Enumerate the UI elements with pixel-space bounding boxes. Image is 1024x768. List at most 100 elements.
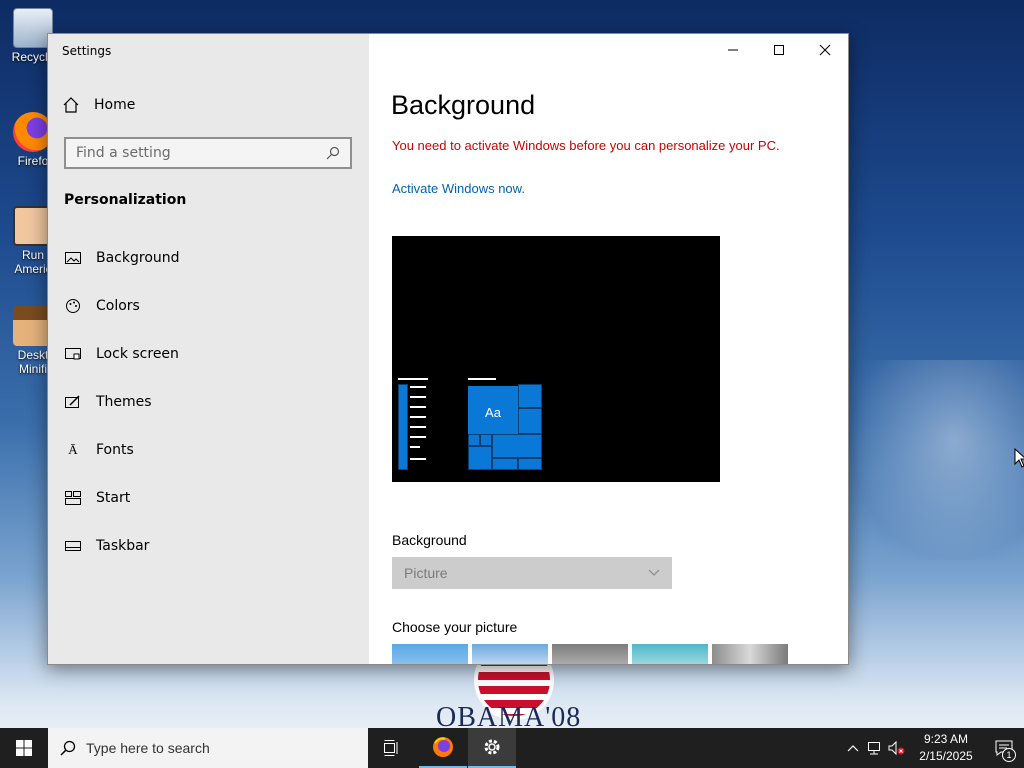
lock-screen-icon <box>64 345 82 363</box>
nav-home-label: Home <box>94 97 136 113</box>
background-dropdown[interactable]: Picture <box>392 557 672 589</box>
chevron-down-icon <box>648 569 660 576</box>
taskbar-settings[interactable] <box>468 728 516 768</box>
sidebar-item-lock-screen[interactable]: Lock screen <box>48 330 369 378</box>
sidebar-item-label: Start <box>96 490 131 506</box>
taskbar-search-placeholder: Type here to search <box>86 740 210 756</box>
preview-menu-line <box>410 416 426 418</box>
sidebar-item-label: Fonts <box>96 442 134 458</box>
activation-warning: You need to activate Windows before you … <box>392 138 780 153</box>
sidebar-item-background[interactable]: Background <box>48 234 369 282</box>
sidebar-item-label: Background <box>96 250 180 266</box>
taskbar-firefox[interactable] <box>419 728 467 768</box>
maximize-icon <box>774 45 784 55</box>
picture-icon <box>64 249 82 267</box>
sidebar-item-taskbar[interactable]: Taskbar <box>48 522 369 570</box>
preview-menu-line <box>410 458 426 460</box>
picture-thumbnail[interactable] <box>552 644 628 664</box>
gear-icon <box>484 739 500 755</box>
home-icon <box>63 97 79 113</box>
sidebar-item-label: Lock screen <box>96 346 179 362</box>
sidebar-item-label: Taskbar <box>96 538 150 554</box>
window-caption-buttons <box>710 34 848 66</box>
close-button[interactable] <box>802 34 848 66</box>
settings-sidebar: Settings Home Personalization Background <box>48 34 369 664</box>
task-view-icon <box>384 740 398 756</box>
volume-muted-icon[interactable] <box>886 728 908 768</box>
sidebar-item-label: Themes <box>96 394 152 410</box>
sidebar-item-themes[interactable]: Themes <box>48 378 369 426</box>
sidebar-item-colors[interactable]: Colors <box>48 282 369 330</box>
preview-menu-line <box>410 386 426 388</box>
background-dropdown-value: Picture <box>404 565 448 581</box>
picture-thumbnail[interactable] <box>472 644 548 664</box>
window-title: Settings <box>62 44 112 58</box>
search-icon <box>60 740 76 756</box>
sidebar-item-start[interactable]: Start <box>48 474 369 522</box>
taskbar-clock[interactable]: 9:23 AM 2/15/2025 <box>908 731 984 765</box>
themes-brush-icon <box>64 393 82 411</box>
notification-badge: 1 <box>1002 748 1016 762</box>
picture-thumbnail[interactable] <box>632 644 708 664</box>
start-button[interactable] <box>0 728 48 768</box>
start-layout-icon <box>64 489 82 507</box>
activate-windows-link[interactable]: Activate Windows now. <box>392 181 525 196</box>
picture-thumbnail[interactable] <box>392 644 468 664</box>
chevron-up-icon[interactable] <box>842 728 864 768</box>
preview-tile <box>468 434 480 446</box>
palette-icon <box>64 297 82 315</box>
preview-menu-line <box>410 426 426 428</box>
desktop-icon-label: Firefo <box>17 154 49 168</box>
minimize-button[interactable] <box>710 34 756 66</box>
taskbar-search[interactable]: Type here to search <box>48 728 368 768</box>
preview-tile <box>518 408 542 434</box>
preview-tile <box>480 434 492 446</box>
preview-tile <box>468 446 492 470</box>
system-tray: 9:23 AM 2/15/2025 1 <box>842 728 1024 768</box>
wallpaper-crowd <box>850 360 1024 560</box>
preview-menu-line <box>410 446 420 448</box>
windows-logo-icon <box>16 740 32 756</box>
preview-menu-line <box>410 436 426 438</box>
clock-date: 2/15/2025 <box>919 749 973 763</box>
preview-tile <box>492 458 518 470</box>
find-setting-search[interactable] <box>64 137 352 169</box>
preview-tile <box>492 434 542 458</box>
preview-aa-tile: Aa <box>468 386 518 438</box>
settings-window: Settings Home Personalization Background <box>47 33 849 665</box>
sidebar-item-fonts[interactable]: Ā Fonts <box>48 426 369 474</box>
page-title: Background <box>391 90 536 120</box>
task-view-button[interactable] <box>368 728 416 768</box>
background-label: Background <box>392 532 467 548</box>
picture-thumbnails <box>392 644 788 664</box>
find-setting-input[interactable] <box>76 145 316 161</box>
preview-start-line <box>398 378 428 380</box>
desktop-icon-label: Deskt Minifi <box>17 348 49 376</box>
action-center-button[interactable]: 1 <box>984 728 1024 768</box>
clock-time: 9:23 AM <box>923 732 969 746</box>
close-icon <box>819 44 831 56</box>
sidebar-item-label: Colors <box>96 298 140 314</box>
preview-tile <box>518 384 542 408</box>
mouse-cursor-icon <box>1014 448 1024 468</box>
settings-content: Background You need to activate Windows … <box>369 34 848 664</box>
choose-picture-label: Choose your picture <box>392 619 518 635</box>
personalization-nav: Background Colors Lock screen Themes Ā F… <box>48 234 369 570</box>
background-preview: Aa <box>392 236 720 482</box>
preview-tiles-line <box>468 378 496 380</box>
section-heading: Personalization <box>64 192 187 208</box>
search-icon[interactable] <box>326 146 340 160</box>
maximize-button[interactable] <box>756 34 802 66</box>
fonts-icon: Ā <box>68 442 78 457</box>
nav-home[interactable]: Home <box>62 96 135 114</box>
minimize-icon <box>728 49 738 51</box>
picture-thumbnail[interactable] <box>712 644 788 664</box>
preview-tile <box>518 458 542 470</box>
preview-menu-line <box>410 396 426 398</box>
taskbar-icon <box>64 537 82 555</box>
firefox-icon <box>433 737 453 757</box>
preview-menu-line <box>410 406 426 408</box>
network-icon[interactable] <box>864 728 886 768</box>
preview-start-rail <box>398 384 408 470</box>
taskbar: Type here to search 9:23 AM 2/15/2025 1 <box>0 728 1024 768</box>
